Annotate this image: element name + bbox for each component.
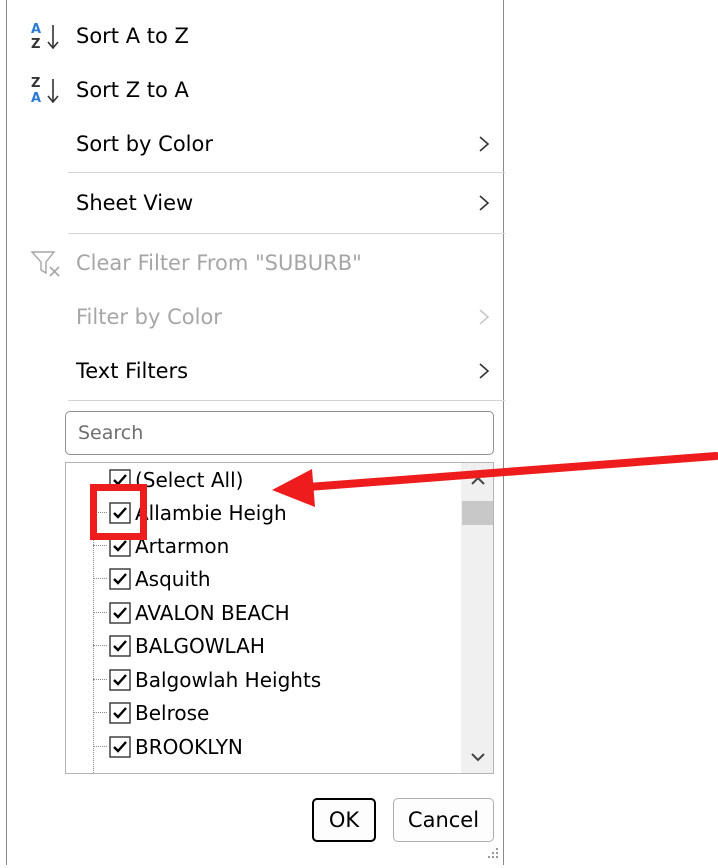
chevron-right-icon	[477, 307, 491, 327]
menu-separator	[68, 233, 505, 234]
tree-connector	[93, 679, 107, 680]
tree-connector	[93, 578, 107, 579]
ok-button[interactable]: OK	[312, 798, 376, 842]
checkbox[interactable]	[109, 669, 131, 691]
list-item[interactable]: Asquith	[66, 562, 461, 595]
clear-filter-label: Clear Filter From "SUBURB"	[76, 251, 362, 275]
cancel-button[interactable]: Cancel	[393, 798, 494, 842]
svg-text:Z: Z	[31, 37, 40, 52]
checkbox[interactable]	[109, 736, 131, 758]
sheet-view-item[interactable]: Sheet View	[7, 176, 504, 230]
list-item-label: Balgowlah Heights	[135, 667, 322, 692]
svg-text:Z: Z	[31, 76, 40, 91]
list-item-label: AVALON BEACH	[135, 600, 290, 625]
list-item[interactable]: BALGOWLAH	[66, 629, 461, 662]
chevron-right-icon	[477, 361, 491, 381]
scroll-down-icon[interactable]	[469, 749, 487, 763]
list-item[interactable]: AVALON BEACH	[66, 596, 461, 629]
text-filters-item[interactable]: Text Filters	[7, 344, 504, 398]
clear-filter-item: Clear Filter From "SUBURB"	[7, 236, 504, 290]
search-placeholder: Search	[78, 422, 144, 444]
resize-grip-icon[interactable]	[484, 846, 502, 864]
tree-connector	[93, 545, 107, 546]
scrollbar-thumb[interactable]	[462, 501, 493, 525]
sort-z-to-a-item[interactable]: Z A Sort Z to A	[7, 63, 504, 117]
menu-separator	[68, 400, 505, 401]
chevron-right-icon	[477, 193, 491, 213]
filter-by-color-label: Filter by Color	[76, 305, 222, 329]
sort-by-color-label: Sort by Color	[76, 132, 213, 156]
list-item-label: Artarmon	[135, 533, 230, 558]
text-filters-label: Text Filters	[76, 359, 189, 383]
tree-connector	[93, 712, 107, 713]
autofilter-dropdown-panel: A Z Sort A to Z Z A Sort Z to A Sort by …	[6, 0, 505, 865]
filter-by-color-item: Filter by Color	[7, 290, 504, 344]
menu-separator	[68, 172, 505, 173]
search-input[interactable]: Search	[65, 411, 494, 455]
annotation-highlight-box	[90, 484, 147, 540]
list-item-label: Belrose	[135, 700, 210, 725]
svg-text:A: A	[31, 91, 41, 106]
sort-z-to-a-icon: Z A	[29, 73, 63, 107]
list-item-label: (Select All)	[135, 467, 244, 492]
checkbox[interactable]	[109, 702, 131, 724]
list-item-label: Allambie Heigh	[135, 500, 287, 525]
list-item-label: BROOKLYN	[135, 734, 243, 759]
checkbox[interactable]	[109, 602, 131, 624]
list-item-label: Asquith	[135, 566, 211, 591]
sort-a-to-z-item[interactable]: A Z Sort A to Z	[7, 9, 504, 63]
svg-text:A: A	[31, 22, 41, 37]
tree-connector	[93, 612, 107, 613]
list-item[interactable]: BROOKLYN	[66, 730, 461, 763]
sort-z-to-a-label: Sort Z to A	[76, 78, 189, 102]
list-item[interactable]: Balgowlah Heights	[66, 663, 461, 696]
clear-filter-icon	[29, 246, 63, 280]
tree-connector	[93, 645, 107, 646]
checkbox[interactable]	[109, 568, 131, 590]
scroll-up-icon[interactable]	[469, 473, 487, 487]
list-item[interactable]: Belrose	[66, 696, 461, 729]
chevron-right-icon	[477, 134, 491, 154]
sort-a-to-z-icon: A Z	[29, 19, 63, 53]
sort-by-color-item[interactable]: Sort by Color	[7, 117, 504, 171]
vertical-scrollbar[interactable]	[461, 463, 493, 773]
list-item-label: BALGOWLAH	[135, 633, 265, 658]
sheet-view-label: Sheet View	[76, 191, 194, 215]
tree-connector	[93, 746, 107, 747]
sort-a-to-z-label: Sort A to Z	[76, 24, 189, 48]
checkbox[interactable]	[109, 635, 131, 657]
